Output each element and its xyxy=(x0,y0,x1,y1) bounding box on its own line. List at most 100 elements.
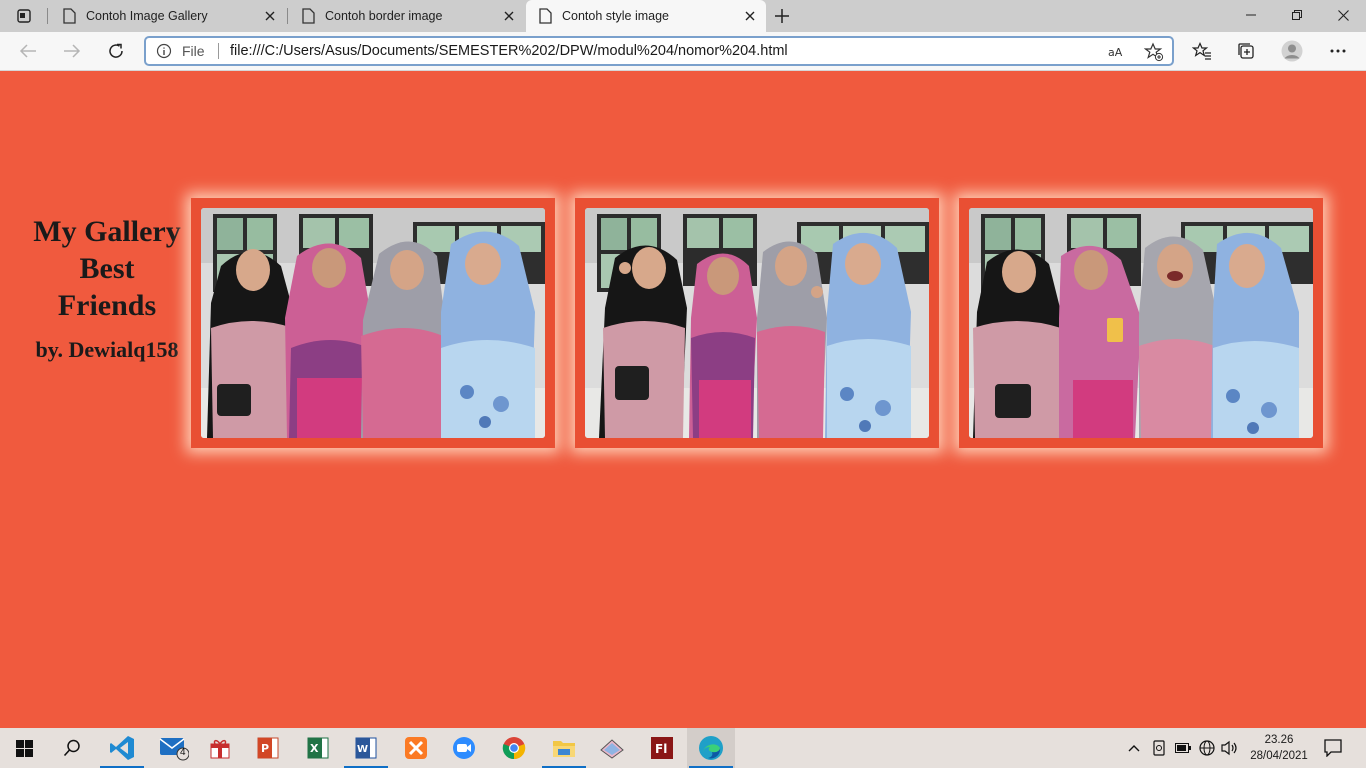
photo-frame-3 xyxy=(959,198,1323,448)
star-add-icon xyxy=(1144,42,1164,62)
tab-separator xyxy=(287,8,288,24)
taskbar-clock[interactable]: 23.26 28/04/2021 xyxy=(1244,732,1314,764)
minimize-icon xyxy=(1246,14,1256,16)
search-icon xyxy=(63,739,80,757)
tab-title: Contoh style image xyxy=(562,9,670,23)
device-icon xyxy=(1153,740,1165,756)
clock-date: 28/04/2021 xyxy=(1250,750,1308,762)
address-bar[interactable]: File file:///C:/Users/Asus/Documents/SEM… xyxy=(144,36,1174,66)
favorites-button[interactable] xyxy=(1187,36,1217,66)
plus-icon xyxy=(775,9,789,23)
arrow-left-icon xyxy=(19,44,36,58)
start-button[interactable] xyxy=(0,728,48,768)
page-author: by. Dewialq158 xyxy=(35,337,179,362)
gallery-photo-3[interactable] xyxy=(969,208,1313,438)
close-tab-button[interactable] xyxy=(262,8,278,24)
avatar-icon xyxy=(1281,40,1303,62)
taskbar-flash[interactable]: Fl xyxy=(638,728,686,768)
gallery-photo-1[interactable] xyxy=(201,208,545,438)
chevron-up-icon xyxy=(1128,745,1140,752)
profile-button[interactable] xyxy=(1277,36,1307,66)
tab-border-image[interactable]: Contoh border image xyxy=(289,0,525,32)
collections-button[interactable] xyxy=(1231,36,1261,66)
taskbar-vscode[interactable] xyxy=(98,728,146,768)
taskbar-zoom[interactable] xyxy=(440,728,488,768)
clock-time: 23.26 xyxy=(1264,734,1294,746)
tab-separator xyxy=(47,8,48,24)
zoom-icon xyxy=(453,737,475,759)
restore-button[interactable] xyxy=(1274,0,1320,30)
page-icon xyxy=(539,8,552,24)
flash-icon: Fl xyxy=(651,737,673,759)
mail-badge: 4 xyxy=(180,747,186,758)
excel-icon: X xyxy=(307,737,329,759)
restore-icon xyxy=(1292,10,1302,20)
search-button[interactable] xyxy=(48,728,96,768)
taskbar-xampp[interactable] xyxy=(392,728,440,768)
gallery-photo-2[interactable] xyxy=(585,208,929,438)
tab-strip: Contoh Image Gallery Contoh border image… xyxy=(0,0,1366,32)
show-hidden-icons-button[interactable] xyxy=(1126,728,1142,768)
page-icon xyxy=(302,8,315,24)
refresh-button[interactable] xyxy=(101,36,131,66)
friends-photo-2 xyxy=(585,208,929,438)
battery-icon xyxy=(1175,743,1191,753)
photo-frame-2 xyxy=(575,198,939,448)
close-window-button[interactable] xyxy=(1320,0,1366,30)
favorites-icon xyxy=(1192,42,1211,60)
add-favorite-button[interactable] xyxy=(1144,42,1164,62)
friends-photo-1 xyxy=(201,208,545,438)
collections-icon xyxy=(1238,43,1254,59)
page-icon xyxy=(63,8,76,24)
more-dots-icon xyxy=(1330,49,1346,53)
close-tab-button[interactable] xyxy=(501,8,517,24)
minimize-button[interactable] xyxy=(1228,0,1274,30)
svg-text:P: P xyxy=(261,742,269,755)
address-url[interactable]: file:///C:/Users/Asus/Documents/SEMESTER… xyxy=(230,43,788,59)
close-tab-button[interactable] xyxy=(742,8,758,24)
browser-toolbar: File file:///C:/Users/Asus/Documents/SEM… xyxy=(0,32,1366,71)
svg-text:X: X xyxy=(310,742,319,755)
edge-icon xyxy=(699,736,723,760)
tab-actions-button[interactable] xyxy=(0,0,48,32)
taskbar-powerpoint[interactable]: P xyxy=(244,728,292,768)
vscode-icon xyxy=(110,736,134,760)
back-button[interactable] xyxy=(13,36,43,66)
info-icon[interactable] xyxy=(156,43,172,59)
close-icon xyxy=(265,11,275,21)
taskbar-word[interactable]: W xyxy=(342,728,390,768)
powerpoint-icon: P xyxy=(257,737,279,759)
paint-icon xyxy=(600,739,624,759)
settings-menu-button[interactable] xyxy=(1323,36,1353,66)
address-separator xyxy=(218,43,219,59)
notifications-button[interactable] xyxy=(1318,728,1348,768)
tray-device[interactable] xyxy=(1150,728,1168,768)
gift-icon xyxy=(210,739,230,759)
close-icon xyxy=(1337,9,1349,21)
photo-frame-1 xyxy=(191,198,555,448)
new-tab-button[interactable] xyxy=(770,4,794,28)
svg-text:Fl: Fl xyxy=(655,742,667,756)
tab-style-image[interactable]: Contoh style image xyxy=(526,0,766,32)
svg-text:aA: aA xyxy=(1108,46,1123,59)
tray-volume[interactable] xyxy=(1220,728,1240,768)
taskbar-chrome[interactable] xyxy=(490,728,538,768)
tab-image-gallery[interactable]: Contoh Image Gallery xyxy=(50,0,286,32)
tab-title: Contoh Image Gallery xyxy=(86,9,208,23)
taskbar-gift-app[interactable] xyxy=(196,728,244,768)
taskbar-excel[interactable]: X xyxy=(294,728,342,768)
svg-text:W: W xyxy=(357,744,368,755)
forward-button[interactable] xyxy=(57,36,87,66)
tray-network[interactable] xyxy=(1198,728,1216,768)
taskbar-file-explorer[interactable] xyxy=(540,728,588,768)
volume-icon xyxy=(1221,740,1237,756)
chrome-icon xyxy=(502,737,526,760)
taskbar-edge[interactable] xyxy=(687,728,735,768)
tray-battery[interactable] xyxy=(1174,728,1192,768)
taskbar-mail[interactable]: 4 xyxy=(150,728,198,768)
read-aloud-button[interactable]: aA xyxy=(1108,42,1128,62)
folder-icon xyxy=(553,741,575,757)
taskbar-paint[interactable] xyxy=(588,728,636,768)
windows-taskbar: 4 P X W Fl 23.26 28/04/2021 xyxy=(0,728,1366,768)
windows-logo-icon xyxy=(15,739,33,757)
